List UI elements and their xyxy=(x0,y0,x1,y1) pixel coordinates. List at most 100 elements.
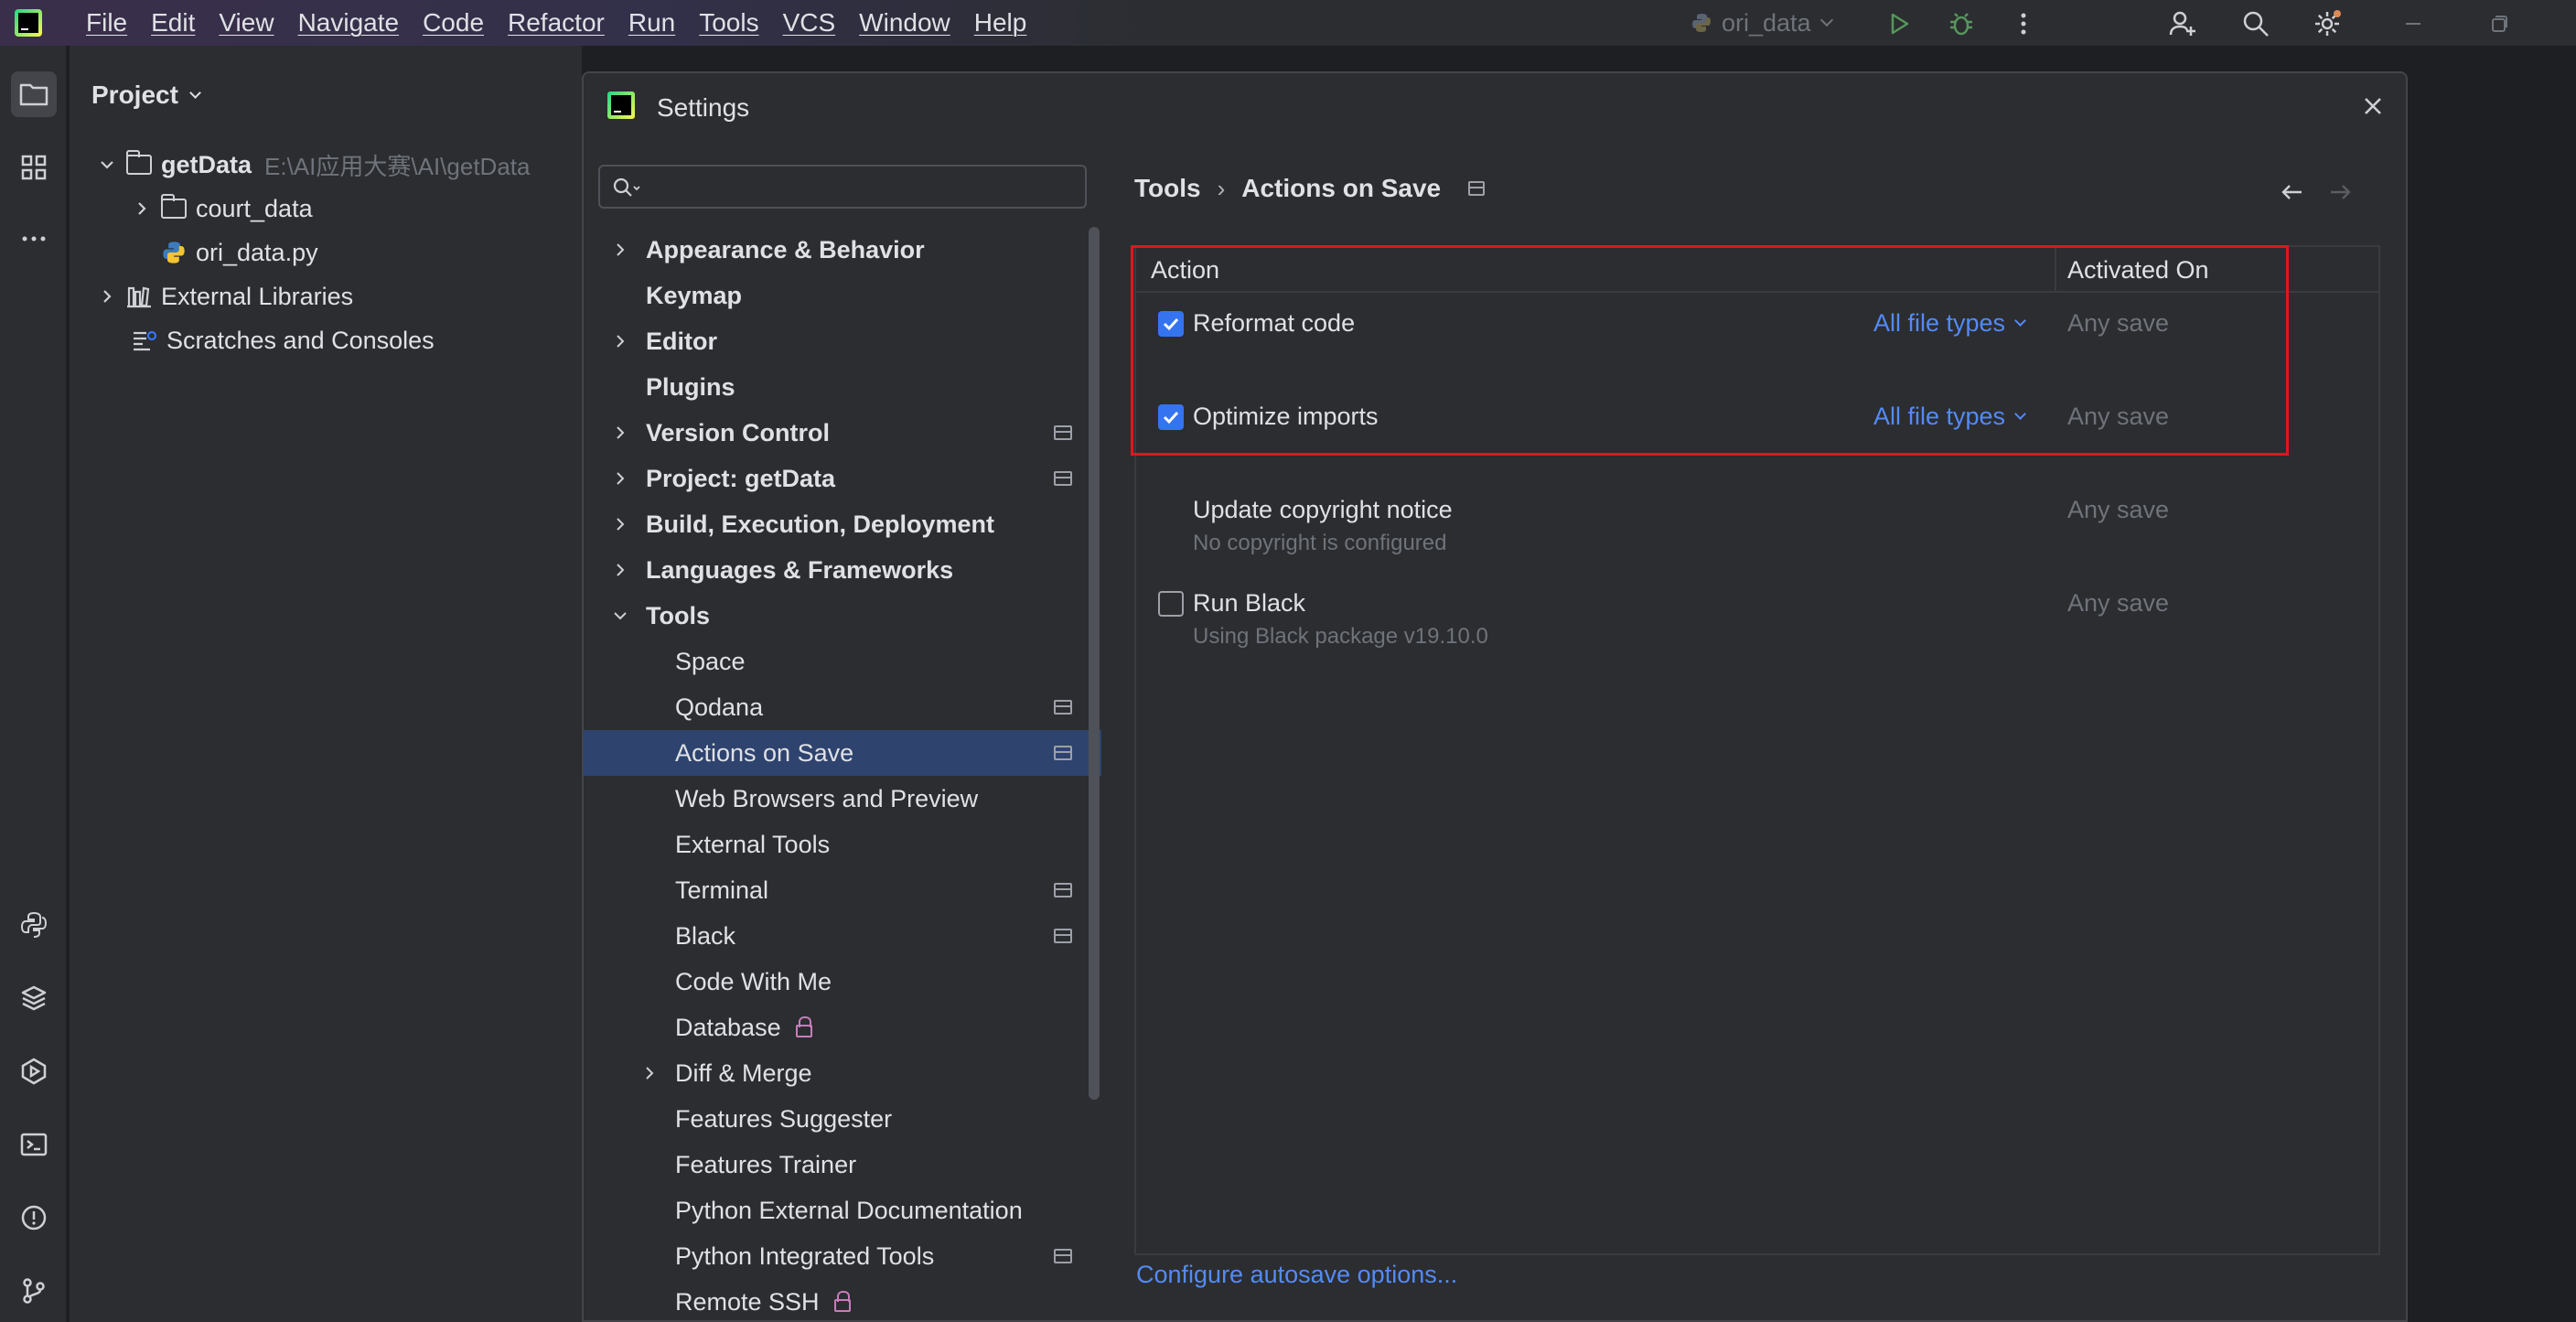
chevron-right-icon xyxy=(617,335,625,348)
chevron-down-icon xyxy=(1819,13,1833,27)
layers-tool-button[interactable] xyxy=(11,975,57,1021)
menu-tools[interactable]: Tools xyxy=(699,8,758,38)
nav-item-label: Terminal xyxy=(675,876,769,904)
activated-on-value: Any save xyxy=(2067,496,2170,523)
chevron-down-icon xyxy=(189,86,201,99)
settings-search-input[interactable] xyxy=(598,165,1087,209)
chevron-right-icon xyxy=(617,518,625,531)
menu-code[interactable]: Code xyxy=(423,8,484,38)
git-tool-button[interactable] xyxy=(11,1268,57,1314)
search-icon xyxy=(613,177,640,197)
nav-item-features-trainer[interactable]: Features Trainer xyxy=(584,1142,1101,1188)
nav-item-languages[interactable]: Languages & Frameworks xyxy=(584,547,1101,593)
project-level-icon xyxy=(1054,746,1072,760)
nav-item-python-external-docs[interactable]: Python External Documentation xyxy=(584,1188,1101,1233)
code-with-me-icon[interactable] xyxy=(2168,9,2197,38)
run-black-checkbox[interactable] xyxy=(1158,591,1184,617)
close-icon[interactable] xyxy=(2356,90,2389,123)
structure-tool-button[interactable] xyxy=(11,145,57,190)
project-tool-button[interactable] xyxy=(11,71,57,117)
settings-gear-icon[interactable] xyxy=(2313,9,2342,38)
problems-icon xyxy=(21,1205,47,1231)
folder-icon xyxy=(161,194,187,219)
tree-item-ori-data-py[interactable]: ori_data.py xyxy=(161,234,318,271)
restore-window-icon[interactable] xyxy=(2485,9,2514,38)
nav-item-keymap[interactable]: Keymap xyxy=(584,273,1101,318)
tree-item-getdata[interactable]: getData E:\AI应用大赛\AI\getData xyxy=(97,146,530,183)
menu-navigate[interactable]: Navigate xyxy=(298,8,400,38)
nav-item-label: Plugins xyxy=(646,372,735,401)
back-arrow-icon[interactable] xyxy=(2276,176,2309,209)
tree-item-label: ori_data.py xyxy=(196,238,318,266)
more-tool-windows-button[interactable] xyxy=(11,216,57,262)
menu-refactor[interactable]: Refactor xyxy=(508,8,605,38)
nav-item-code-with-me[interactable]: Code With Me xyxy=(584,959,1101,1005)
pycharm-logo-icon[interactable] xyxy=(15,9,42,37)
menu-file[interactable]: File xyxy=(86,8,127,38)
services-tool-button[interactable] xyxy=(11,1048,57,1094)
nav-item-diff-merge[interactable]: Diff & Merge xyxy=(584,1050,1101,1096)
nav-scrollbar[interactable] xyxy=(1089,227,1100,1100)
nav-item-version-control[interactable]: Version Control xyxy=(584,410,1101,456)
layers-icon xyxy=(21,985,47,1011)
nav-item-editor[interactable]: Editor xyxy=(584,318,1101,364)
tree-item-court-data[interactable]: court_data xyxy=(132,190,313,227)
nav-item-space[interactable]: Space xyxy=(584,639,1101,684)
chevron-down-icon xyxy=(101,161,113,169)
nav-item-database[interactable]: Database xyxy=(584,1005,1101,1050)
menu-run[interactable]: Run xyxy=(628,8,675,38)
tree-item-label: Scratches and Consoles xyxy=(166,326,435,354)
tree-item-external-libraries[interactable]: External Libraries xyxy=(97,278,353,315)
table-row-run-black[interactable]: Run Black Using Black package v19.10.0 A… xyxy=(1136,575,2378,666)
project-header-label: Project xyxy=(91,81,178,109)
run-icon[interactable] xyxy=(1884,9,1914,38)
project-panel: Project getData E:\AI应用大赛\AI\getData cou… xyxy=(70,46,582,1322)
menu-edit[interactable]: Edit xyxy=(151,8,195,38)
lock-icon xyxy=(795,1016,812,1037)
nav-item-label: Project: getData xyxy=(646,464,836,492)
action-description: No copyright is configured xyxy=(1193,531,1447,555)
terminal-tool-button[interactable] xyxy=(11,1122,57,1167)
nav-item-web-browsers[interactable]: Web Browsers and Preview xyxy=(584,776,1101,822)
menu-vcs[interactable]: VCS xyxy=(783,8,836,38)
nav-item-plugins[interactable]: Plugins xyxy=(584,364,1101,410)
search-icon[interactable] xyxy=(2241,9,2270,38)
menu-window[interactable]: Window xyxy=(859,8,950,38)
debug-icon[interactable] xyxy=(1947,9,1976,38)
nav-item-project[interactable]: Project: getData xyxy=(584,456,1101,501)
nav-item-terminal[interactable]: Terminal xyxy=(584,867,1101,913)
table-row-update-copyright[interactable]: Update copyright notice No copyright is … xyxy=(1136,481,2378,573)
nav-item-label: Black xyxy=(675,921,736,950)
menu-view[interactable]: View xyxy=(219,8,274,38)
configure-autosave-link[interactable]: Configure autosave options... xyxy=(1136,1261,1457,1289)
nav-item-actions-on-save[interactable]: Actions on Save xyxy=(584,730,1101,776)
more-actions-icon[interactable] xyxy=(2009,9,2038,38)
action-name: Run Black xyxy=(1193,589,1306,617)
nav-item-python-integrated-tools[interactable]: Python Integrated Tools xyxy=(584,1233,1101,1279)
python-console-icon xyxy=(20,911,48,938)
tree-item-scratches[interactable]: Scratches and Consoles xyxy=(132,322,435,359)
python-console-button[interactable] xyxy=(11,902,57,948)
nav-item-external-tools[interactable]: External Tools xyxy=(584,822,1101,867)
project-view-selector[interactable]: Project xyxy=(91,81,201,110)
minimize-icon[interactable] xyxy=(2399,9,2428,38)
nav-item-qodana[interactable]: Qodana xyxy=(584,684,1101,730)
breadcrumb-parent[interactable]: Tools xyxy=(1134,174,1201,203)
nav-item-features-suggester[interactable]: Features Suggester xyxy=(584,1096,1101,1142)
forward-arrow-icon[interactable] xyxy=(2324,176,2356,209)
problems-tool-button[interactable] xyxy=(11,1195,57,1241)
nav-item-tools[interactable]: Tools xyxy=(584,593,1101,639)
nav-item-label: Python Integrated Tools xyxy=(675,1241,935,1270)
chevron-right-icon xyxy=(617,564,625,576)
nav-item-label: Version Control xyxy=(646,418,831,446)
tree-item-label: getData xyxy=(161,150,252,178)
nav-item-remote-ssh[interactable]: Remote SSH xyxy=(584,1279,1101,1322)
nav-item-build[interactable]: Build, Execution, Deployment xyxy=(584,501,1101,547)
nav-item-label: Features Suggester xyxy=(675,1104,893,1133)
nav-item-label: Build, Execution, Deployment xyxy=(646,510,995,538)
nav-item-appearance[interactable]: Appearance & Behavior xyxy=(584,227,1101,273)
run-configuration-selector[interactable]: ori_data xyxy=(1690,7,1833,38)
menu-help[interactable]: Help xyxy=(974,8,1027,38)
nav-item-black[interactable]: Black xyxy=(584,913,1101,959)
title-bar: File Edit View Navigate Code Refactor Ru… xyxy=(0,0,2576,46)
